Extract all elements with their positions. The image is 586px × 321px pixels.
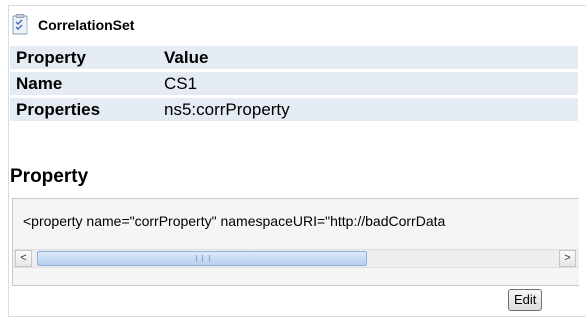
panel-title: CorrelationSet <box>38 17 135 33</box>
grip-icon <box>196 255 210 262</box>
panel-header: CorrelationSet <box>10 14 134 36</box>
row-value-name: CS1 <box>154 72 578 95</box>
section-title-property: Property <box>10 166 89 187</box>
table-row: Properties ns5:corrProperty <box>10 98 578 121</box>
table-row: Name CS1 <box>10 72 578 95</box>
edit-button[interactable]: Edit <box>508 289 543 311</box>
scroll-right-arrow-icon[interactable]: > <box>559 250 576 267</box>
column-header-value: Value <box>154 46 578 69</box>
document-icon <box>10 14 32 36</box>
properties-table: Property Value Name CS1 Properties ns5:c… <box>10 43 578 124</box>
row-key-properties: Properties <box>10 98 154 121</box>
property-code-text: <property name="corrProperty" namespaceU… <box>23 213 446 229</box>
row-value-properties: ns5:corrProperty <box>154 98 578 121</box>
horizontal-scrollbar[interactable]: < > <box>13 249 579 268</box>
column-header-property: Property <box>10 46 154 69</box>
scroll-left-arrow-icon[interactable]: < <box>15 250 32 267</box>
scroll-thumb[interactable] <box>37 251 367 266</box>
property-code-box[interactable]: <property name="corrProperty" namespaceU… <box>12 198 579 286</box>
row-key-name: Name <box>10 72 154 95</box>
table-header-row: Property Value <box>10 46 578 69</box>
